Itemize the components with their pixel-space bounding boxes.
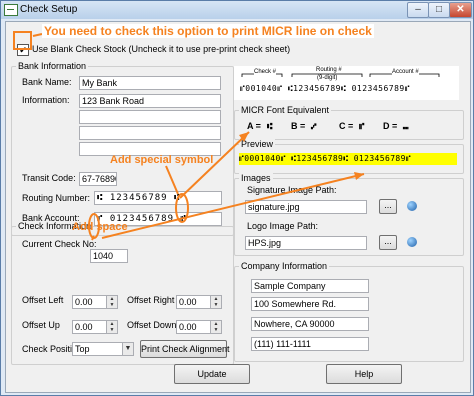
check-app-icon (4, 4, 18, 16)
arrow-head (354, 172, 364, 180)
window-title: Check Setup (20, 4, 78, 15)
space-to-preview-arrow (101, 173, 365, 239)
annotation-overlay (13, 31, 365, 241)
checkbox-pointer (32, 33, 43, 37)
symbol-pointer (165, 165, 179, 195)
close-button[interactable]: ✕ (449, 2, 472, 18)
minimize-button[interactable]: – (407, 2, 429, 18)
annotation-add-space: Add space (72, 221, 128, 233)
dialog-body: ✔ Use Blank Check Stock (Uncheck it to u… (5, 21, 471, 393)
check-setup-window: Check Setup – □ ✕ ✔ Use Blank Check Stoc… (0, 0, 474, 396)
checkbox-highlight (13, 31, 32, 50)
annotation-special-symbol: Add special symbol (110, 154, 214, 166)
maximize-button[interactable]: □ (428, 2, 450, 18)
title-bar: Check Setup – □ ✕ (1, 1, 473, 19)
annotation-micr-option: You need to check this option to print M… (42, 24, 374, 38)
